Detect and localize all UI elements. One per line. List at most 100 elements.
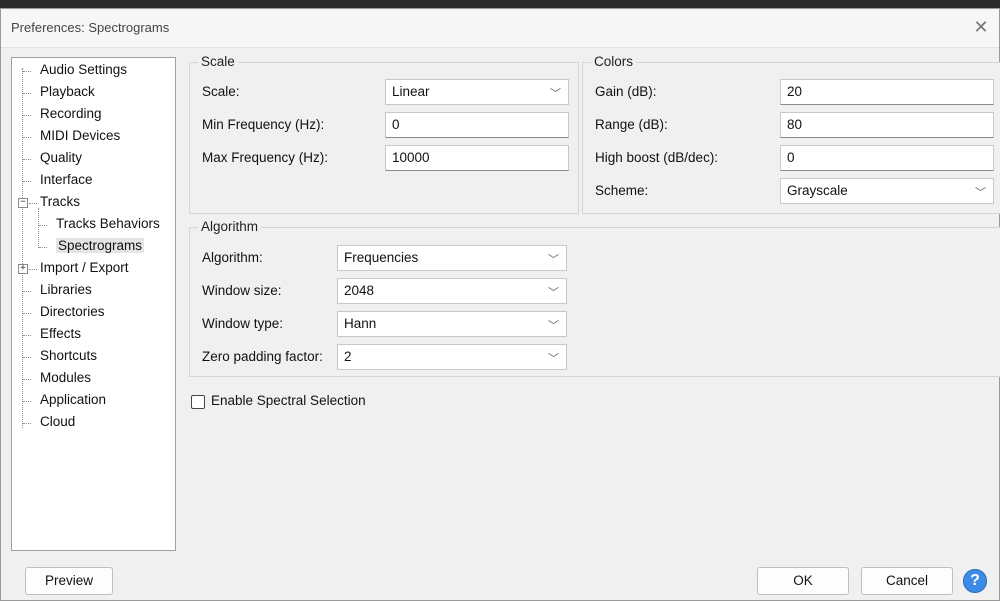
chevron-down-icon: ﹀ xyxy=(548,254,559,266)
collapse-icon[interactable]: − xyxy=(18,198,28,208)
tree-connector xyxy=(23,93,31,94)
tree-guide xyxy=(38,208,39,248)
scheme-select-value: Grayscale xyxy=(787,183,848,198)
scheme-label: Scheme: xyxy=(595,183,649,198)
tree-connector xyxy=(39,225,47,226)
tree-item-label: Shortcuts xyxy=(40,348,98,363)
tree-item-label: Quality xyxy=(40,150,83,165)
algorithm-select[interactable]: Frequencies ﹀ xyxy=(337,245,567,271)
scheme-select[interactable]: Grayscale ﹀ xyxy=(780,178,994,204)
tree-item-effects[interactable]: Effects xyxy=(40,324,81,344)
preview-button[interactable]: Preview xyxy=(25,567,113,595)
scale-group-title: Scale xyxy=(198,54,238,69)
tree-item-label: Tracks xyxy=(40,194,80,209)
colors-group: Colors Gain (dB): 20 Range (dB): 80 High… xyxy=(582,54,1000,214)
spectral-selection-label: Enable Spectral Selection xyxy=(211,393,366,408)
tree-item-label: Modules xyxy=(40,370,92,385)
chevron-down-icon: ﹀ xyxy=(548,320,559,332)
scale-label: Scale: xyxy=(202,84,240,99)
window-size-label: Window size: xyxy=(202,283,282,298)
zero-padding-select-value: 2 xyxy=(344,349,352,364)
tree-connector xyxy=(23,357,31,358)
window-size-select[interactable]: 2048 ﹀ xyxy=(337,278,567,304)
tree-item-playback[interactable]: Playback xyxy=(40,82,95,102)
tree-item-recording[interactable]: Recording xyxy=(40,104,102,124)
algorithm-group: Algorithm Algorithm: Frequencies ﹀ Windo… xyxy=(189,219,1000,377)
min-frequency-label: Min Frequency (Hz): xyxy=(202,117,325,132)
tree-item-label: Cloud xyxy=(40,414,76,429)
tree-item-libraries[interactable]: Libraries xyxy=(40,280,92,300)
tree-item-label: Effects xyxy=(40,326,82,341)
gain-input[interactable]: 20 xyxy=(780,79,994,105)
window-type-select[interactable]: Hann ﹀ xyxy=(337,311,567,337)
window-type-select-value: Hann xyxy=(344,316,377,331)
ok-button[interactable]: OK xyxy=(757,567,849,595)
window-title: Preferences: Spectrograms xyxy=(11,20,170,35)
title-bar: Preferences: Spectrograms ✕ xyxy=(1,9,999,48)
max-frequency-input[interactable]: 10000 xyxy=(385,145,569,171)
expand-icon[interactable]: + xyxy=(18,264,28,274)
tree-item-label: Playback xyxy=(40,84,95,99)
window-type-label: Window type: xyxy=(202,316,284,331)
preferences-dialog: Preferences: Spectrograms ✕ Audio Settin… xyxy=(0,8,1000,601)
chevron-down-icon: ﹀ xyxy=(550,88,561,100)
tree-item-spectrograms[interactable]: Spectrograms xyxy=(56,236,145,256)
high-boost-input[interactable]: 0 xyxy=(780,145,994,171)
tree-connector xyxy=(23,115,31,116)
tree-item-cloud[interactable]: Cloud xyxy=(40,412,75,432)
tree-item-modules[interactable]: Modules xyxy=(40,368,91,388)
scale-select[interactable]: Linear ﹀ xyxy=(385,79,569,105)
spectral-selection-checkbox[interactable] xyxy=(191,395,205,409)
tree-connector xyxy=(23,335,31,336)
zero-padding-label: Zero padding factor: xyxy=(202,349,323,364)
tree-connector xyxy=(23,401,31,402)
scale-select-value: Linear xyxy=(392,84,430,99)
tree-connector xyxy=(23,313,31,314)
scale-group: Scale Scale: Linear ﹀ Min Frequency (Hz)… xyxy=(189,54,579,214)
tree-connector xyxy=(23,159,31,160)
tree-item-shortcuts[interactable]: Shortcuts xyxy=(40,346,97,366)
tree-item-label: Tracks Behaviors xyxy=(56,216,160,231)
tree-item-directories[interactable]: Directories xyxy=(40,302,105,322)
tree-connector xyxy=(23,291,31,292)
tree-item-quality[interactable]: Quality xyxy=(40,148,82,168)
tree-item-label: Libraries xyxy=(40,282,92,297)
tree-item-tracks-behaviors[interactable]: Tracks Behaviors xyxy=(56,214,160,234)
window-size-select-value: 2048 xyxy=(344,283,375,298)
tree-item-label: Import / Export xyxy=(40,260,129,275)
tree-connector xyxy=(23,71,31,72)
tree-item-label: Spectrograms xyxy=(56,238,145,253)
cancel-button[interactable]: Cancel xyxy=(861,567,953,595)
tree-connector xyxy=(23,137,31,138)
tree-connector xyxy=(23,379,31,380)
tree-item-label: Application xyxy=(40,392,107,407)
tree-connector xyxy=(29,269,37,270)
tree-item-audio-settings[interactable]: Audio Settings xyxy=(40,60,127,80)
tree-item-import-export[interactable]: Import / Export xyxy=(40,258,129,278)
preferences-tree: Audio Settings Playback Recording MIDI D… xyxy=(11,57,176,551)
tree-item-application[interactable]: Application xyxy=(40,390,106,410)
range-label: Range (dB): xyxy=(595,117,668,132)
close-icon[interactable]: ✕ xyxy=(971,17,991,37)
chevron-down-icon: ﹀ xyxy=(975,187,986,199)
algorithm-label: Algorithm: xyxy=(202,250,263,265)
min-frequency-input[interactable]: 0 xyxy=(385,112,569,138)
help-icon[interactable]: ? xyxy=(963,569,987,593)
tree-item-label: MIDI Devices xyxy=(40,128,121,143)
tree-item-label: Directories xyxy=(40,304,105,319)
tree-guide xyxy=(22,68,23,428)
tree-connector xyxy=(29,203,37,204)
tree-item-midi-devices[interactable]: MIDI Devices xyxy=(40,126,120,146)
tree-connector xyxy=(39,247,47,248)
tree-item-tracks[interactable]: Tracks xyxy=(40,192,80,212)
chevron-down-icon: ﹀ xyxy=(548,353,559,365)
zero-padding-select[interactable]: 2 ﹀ xyxy=(337,344,567,370)
tree-item-label: Audio Settings xyxy=(40,62,128,77)
high-boost-label: High boost (dB/dec): xyxy=(595,150,719,165)
algorithm-group-title: Algorithm xyxy=(198,219,262,234)
range-input[interactable]: 80 xyxy=(780,112,994,138)
max-frequency-label: Max Frequency (Hz): xyxy=(202,150,329,165)
colors-group-title: Colors xyxy=(591,54,637,69)
tree-item-interface[interactable]: Interface xyxy=(40,170,93,190)
tree-item-label: Interface xyxy=(40,172,93,187)
